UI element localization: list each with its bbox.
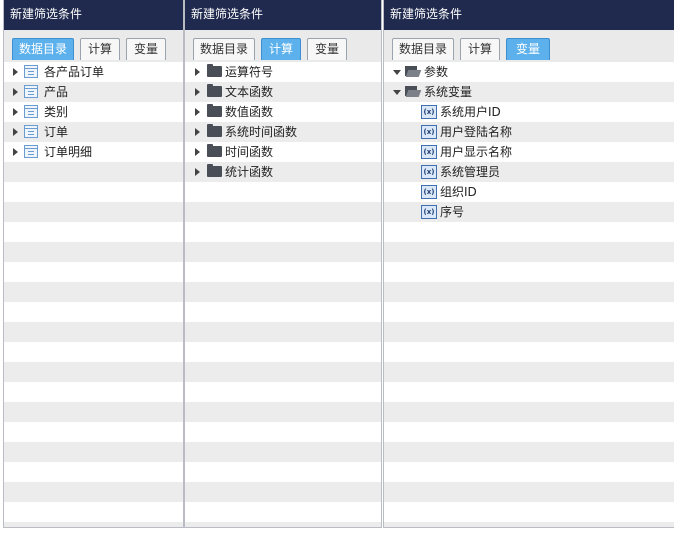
tree-node-label: 系统用户ID (440, 105, 501, 119)
folder-icon (207, 164, 222, 177)
variable-icon: (x) (421, 165, 437, 179)
tree-node[interactable]: 数值函数 (185, 102, 381, 122)
expand-arrow-icon[interactable] (195, 68, 200, 76)
expand-arrow-icon[interactable] (13, 108, 18, 116)
tree-node[interactable]: 时间函数 (185, 142, 381, 162)
tree-node-group[interactable]: 参数 (384, 62, 674, 82)
tree-node[interactable]: 系统时间函数 (185, 122, 381, 142)
tree-node-label: 各产品订单 (44, 65, 105, 79)
tab-data-catalog[interactable]: 数据目录 (193, 38, 255, 60)
tree-node[interactable]: 文本函数 (185, 82, 381, 102)
tree-leaf-variable[interactable]: (x) 组织ID (384, 182, 674, 202)
tree-node-label: 运算符号 (225, 65, 274, 79)
tree-leaf-variable[interactable]: (x) 系统用户ID (384, 102, 674, 122)
expand-arrow-icon[interactable] (195, 148, 200, 156)
tree-node-label: 用户显示名称 (440, 145, 513, 159)
variable-icon: (x) (421, 125, 437, 139)
tab-variables[interactable]: 变量 (307, 38, 347, 60)
tree-node[interactable]: 产品 (4, 82, 183, 102)
tree-node-label: 系统变量 (424, 85, 473, 99)
tree-node-label: 统计函数 (225, 165, 274, 179)
data-catalog-tree: 各产品订单 产品 类别 订单 订单明细 (4, 62, 183, 527)
tree-node-label: 订单明细 (44, 145, 93, 159)
tab-bar: 数据目录 计算 变量 (4, 30, 183, 63)
table-icon (24, 125, 38, 138)
tab-data-catalog[interactable]: 数据目录 (12, 38, 74, 60)
tab-calculation[interactable]: 计算 (261, 38, 301, 60)
tree-node-label: 时间函数 (225, 145, 274, 159)
tab-bar: 数据目录 计算 变量 (384, 30, 674, 63)
tree-node-group[interactable]: 系统变量 (384, 82, 674, 102)
folder-icon (207, 64, 222, 77)
tree-node-label: 系统时间函数 (225, 125, 298, 139)
variable-icon: (x) (421, 185, 437, 199)
tree-leaf-variable[interactable]: (x) 系统管理员 (384, 162, 674, 182)
tree-node[interactable]: 统计函数 (185, 162, 381, 182)
tab-calculation[interactable]: 计算 (460, 38, 500, 60)
function-tree: 运算符号 文本函数 数值函数 系统时间函数 时间函数 统计函数 (185, 62, 381, 527)
expand-arrow-icon[interactable] (195, 128, 200, 136)
expand-arrow-icon[interactable] (13, 148, 18, 156)
filter-panel-data-catalog: 新建筛选条件 数据目录 计算 变量 各产品订单 产品 类别 订单 订单明细 (3, 0, 184, 528)
tab-calculation[interactable]: 计算 (80, 38, 120, 60)
tree-leaf-variable[interactable]: (x) 序号 (384, 202, 674, 222)
collapse-arrow-icon[interactable] (393, 70, 401, 75)
table-icon (24, 85, 38, 98)
tree-leaf-variable[interactable]: (x) 用户显示名称 (384, 142, 674, 162)
table-icon (24, 105, 38, 118)
tree-node[interactable]: 订单明细 (4, 142, 183, 162)
tree-node-label: 用户登陆名称 (440, 125, 513, 139)
tree-node-label: 参数 (424, 65, 449, 79)
panel-title: 新建筛选条件 (185, 0, 381, 30)
tree-node[interactable]: 各产品订单 (4, 62, 183, 82)
tree-node-label: 系统管理员 (440, 165, 501, 179)
tree-node[interactable]: 类别 (4, 102, 183, 122)
tree-node-label: 序号 (440, 205, 465, 219)
tree-node-label: 产品 (44, 85, 69, 99)
tree-node-label: 类别 (44, 105, 69, 119)
filter-panel-calculation: 新建筛选条件 数据目录 计算 变量 运算符号 文本函数 数值函数 系统时间函数 (184, 0, 382, 528)
tab-bar: 数据目录 计算 变量 (185, 30, 381, 63)
tree-node[interactable]: 订单 (4, 122, 183, 142)
panel-title: 新建筛选条件 (384, 0, 674, 30)
variable-icon: (x) (421, 205, 437, 219)
folder-open-icon (405, 66, 420, 77)
tree-node-label: 数值函数 (225, 105, 274, 119)
table-icon (24, 65, 38, 78)
expand-arrow-icon[interactable] (13, 128, 18, 136)
folder-icon (207, 104, 222, 117)
tab-variables[interactable]: 变量 (126, 38, 166, 60)
variable-icon: (x) (421, 105, 437, 119)
folder-icon (207, 84, 222, 97)
tab-data-catalog[interactable]: 数据目录 (392, 38, 454, 60)
expand-arrow-icon[interactable] (13, 68, 18, 76)
tree-node-label: 组织ID (440, 185, 477, 199)
folder-icon (207, 124, 222, 137)
tree-node-label: 订单 (44, 125, 69, 139)
tree-node[interactable]: 运算符号 (185, 62, 381, 82)
filter-panel-variables: 新建筛选条件 数据目录 计算 变量 参数 系统变量 (x) 系统用户ID (x)… (383, 0, 674, 528)
expand-arrow-icon[interactable] (13, 88, 18, 96)
expand-arrow-icon[interactable] (195, 88, 200, 96)
tab-variables[interactable]: 变量 (506, 38, 550, 60)
table-icon (24, 145, 38, 158)
expand-arrow-icon[interactable] (195, 168, 200, 176)
folder-open-icon (405, 86, 420, 97)
variable-icon: (x) (421, 145, 437, 159)
collapse-arrow-icon[interactable] (393, 90, 401, 95)
tree-leaf-variable[interactable]: (x) 用户登陆名称 (384, 122, 674, 142)
folder-icon (207, 144, 222, 157)
variable-tree: 参数 系统变量 (x) 系统用户ID (x) 用户登陆名称 (x) 用户显示名称… (384, 62, 674, 527)
panel-title: 新建筛选条件 (4, 0, 183, 30)
tree-node-label: 文本函数 (225, 85, 274, 99)
expand-arrow-icon[interactable] (195, 108, 200, 116)
